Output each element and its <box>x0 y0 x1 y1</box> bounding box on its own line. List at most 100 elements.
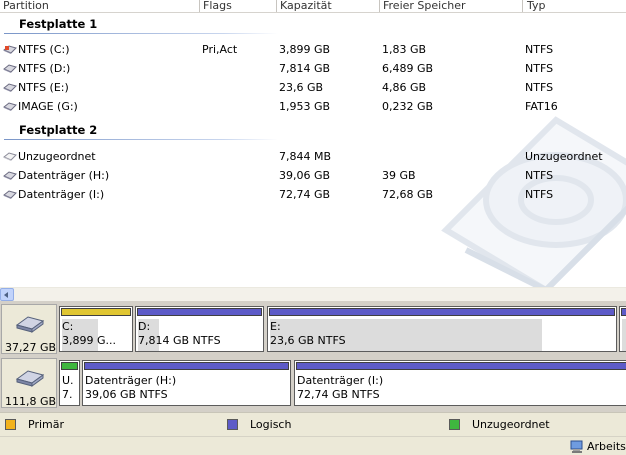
partition-type-bar <box>621 308 626 316</box>
partition-capacity: 39,06 GB <box>279 169 331 182</box>
map-partition-e[interactable]: E: 23,6 GB NTFS <box>267 306 617 352</box>
list-row-c[interactable]: NTFS (C:) Pri,Act 3,899 GB 1,83 GB NTFS <box>0 40 626 59</box>
group-divider <box>4 33 278 34</box>
column-header: Partition Flags Kapazität Freier Speiche… <box>0 0 626 13</box>
column-type[interactable]: Typ <box>527 0 546 12</box>
legend-label: Logisch <box>250 418 292 431</box>
map-partition-h[interactable]: Datenträger (H:) 39,06 GB NTFS <box>82 360 291 406</box>
list-row-e[interactable]: NTFS (E:) 23,6 GB 4,86 GB NTFS <box>0 78 626 97</box>
used-space-fill <box>622 319 626 351</box>
legend-logical: Logisch <box>227 418 291 431</box>
partition-capacity: 1,953 GB <box>279 100 331 113</box>
group-divider <box>4 139 278 140</box>
map-partition-detail: 3,899 G... <box>62 334 117 347</box>
column-divider[interactable] <box>199 0 200 12</box>
column-flags[interactable]: Flags <box>203 0 232 12</box>
partition-drive-icon <box>3 102 17 111</box>
partition-type-bar <box>137 308 262 316</box>
map-partition-label: C: <box>62 320 74 333</box>
partition-type-bar <box>61 362 78 370</box>
column-divider[interactable] <box>379 0 380 12</box>
partition-list[interactable]: Partition Flags Kapazität Freier Speiche… <box>0 0 626 287</box>
column-divider[interactable] <box>522 0 523 12</box>
disk-size: 37,27 GB <box>5 341 57 354</box>
partition-free: 39 GB <box>382 169 416 182</box>
map-partition-g[interactable] <box>619 306 626 352</box>
group-header-disk-1: Festplatte 1 <box>0 15 626 34</box>
disk-size: 111,8 GB <box>5 395 57 408</box>
partition-drive-icon <box>3 83 17 92</box>
legend-label: Unzugeordnet <box>472 418 550 431</box>
column-free-space[interactable]: Freier Speicher <box>383 0 466 12</box>
legend-label: Primär <box>28 418 64 431</box>
partition-capacity: 7,814 GB <box>279 62 331 75</box>
partition-type-bar <box>84 362 289 370</box>
partition-name: Datenträger (I:) <box>18 188 105 201</box>
legend-primary: Primär <box>5 418 64 431</box>
map-partition-label: Datenträger (I:) <box>297 374 384 387</box>
partition-type-bar <box>61 308 131 316</box>
column-capacity[interactable]: Kapazität <box>280 0 332 12</box>
group-header-disk-2: Festplatte 2 <box>0 121 626 140</box>
hard-disk-icon <box>15 370 45 387</box>
group-title: Festplatte 2 <box>19 123 98 137</box>
partition-type: FAT16 <box>525 100 558 113</box>
partition-free: 6,489 GB <box>382 62 434 75</box>
partition-name: NTFS (C:) <box>18 43 70 56</box>
partition-type: NTFS <box>525 81 554 94</box>
map-partition-detail: 72,74 GB NTFS <box>297 388 380 401</box>
group-title: Festplatte 1 <box>19 17 98 31</box>
status-text: Arbeitsp <box>587 440 626 453</box>
map-partition-i[interactable]: Datenträger (I:) 72,74 GB NTFS <box>294 360 626 406</box>
disk-map: 37,27 GB C: 3,899 G... D: 7,814 GB NTFS … <box>0 301 626 412</box>
partition-type: NTFS <box>525 169 554 182</box>
column-divider[interactable] <box>276 0 277 12</box>
map-partition-label: U. <box>62 374 74 387</box>
legend-swatch-logical <box>227 419 238 430</box>
partition-type: Unzugeordnet <box>525 150 603 163</box>
partition-name: NTFS (E:) <box>18 81 69 94</box>
legend-swatch-unallocated <box>449 419 460 430</box>
map-partition-detail: 39,06 GB NTFS <box>85 388 168 401</box>
hard-disk-icon <box>15 316 45 333</box>
partition-name: NTFS (D:) <box>18 62 71 75</box>
map-partition-detail: 7. <box>62 388 73 401</box>
map-partition-d[interactable]: D: 7,814 GB NTFS <box>135 306 264 352</box>
list-row-i[interactable]: Datenträger (I:) 72,74 GB 72,68 GB NTFS <box>0 185 626 204</box>
partition-capacity: 23,6 GB <box>279 81 324 94</box>
partition-capacity: 7,844 MB <box>279 150 332 163</box>
map-partition-unallocated[interactable]: U. 7. <box>59 360 80 406</box>
legend-swatch-primary <box>5 419 16 430</box>
partition-type: NTFS <box>525 43 554 56</box>
legend-bar: Primär Logisch Unzugeordnet <box>0 412 626 436</box>
list-row-h[interactable]: Datenträger (H:) 39,06 GB 39 GB NTFS <box>0 166 626 185</box>
column-partition[interactable]: Partition <box>3 0 49 12</box>
list-row-d[interactable]: NTFS (D:) 7,814 GB 6,489 GB NTFS <box>0 59 626 78</box>
disk-info-1[interactable]: 37,27 GB <box>1 304 57 354</box>
unallocated-drive-icon <box>3 152 17 161</box>
status-bar: Arbeitsp <box>0 436 626 455</box>
partition-free: 72,68 GB <box>382 188 434 201</box>
disk-map-row-1: 37,27 GB C: 3,899 G... D: 7,814 GB NTFS … <box>0 303 626 355</box>
map-partition-c[interactable]: C: 3,899 G... <box>59 306 133 352</box>
partition-capacity: 3,899 GB <box>279 43 331 56</box>
map-partition-label: E: <box>270 320 281 333</box>
partition-capacity: 72,74 GB <box>279 188 331 201</box>
list-row-g[interactable]: IMAGE (G:) 1,953 GB 0,232 GB FAT16 <box>0 97 626 116</box>
partition-free: 1,83 GB <box>382 43 427 56</box>
horizontal-scrollbar[interactable] <box>0 287 626 301</box>
disk-map-row-2: 111,8 GB U. 7. Datenträger (H:) 39,06 GB… <box>0 357 626 409</box>
scroll-left-arrow-icon[interactable] <box>0 288 14 301</box>
map-partition-label: Datenträger (H:) <box>85 374 177 387</box>
system-drive-icon <box>3 45 17 54</box>
partition-free: 4,86 GB <box>382 81 427 94</box>
partition-type-bar <box>269 308 615 316</box>
disk-info-2[interactable]: 111,8 GB <box>1 358 57 408</box>
partition-drive-icon <box>3 64 17 73</box>
map-partition-detail: 7,814 GB NTFS <box>138 334 221 347</box>
map-partition-label: D: <box>138 320 151 333</box>
list-row-unallocated[interactable]: Unzugeordnet 7,844 MB Unzugeordnet <box>0 147 626 166</box>
partition-type: NTFS <box>525 62 554 75</box>
partition-type: NTFS <box>525 188 554 201</box>
partition-type-bar <box>296 362 626 370</box>
